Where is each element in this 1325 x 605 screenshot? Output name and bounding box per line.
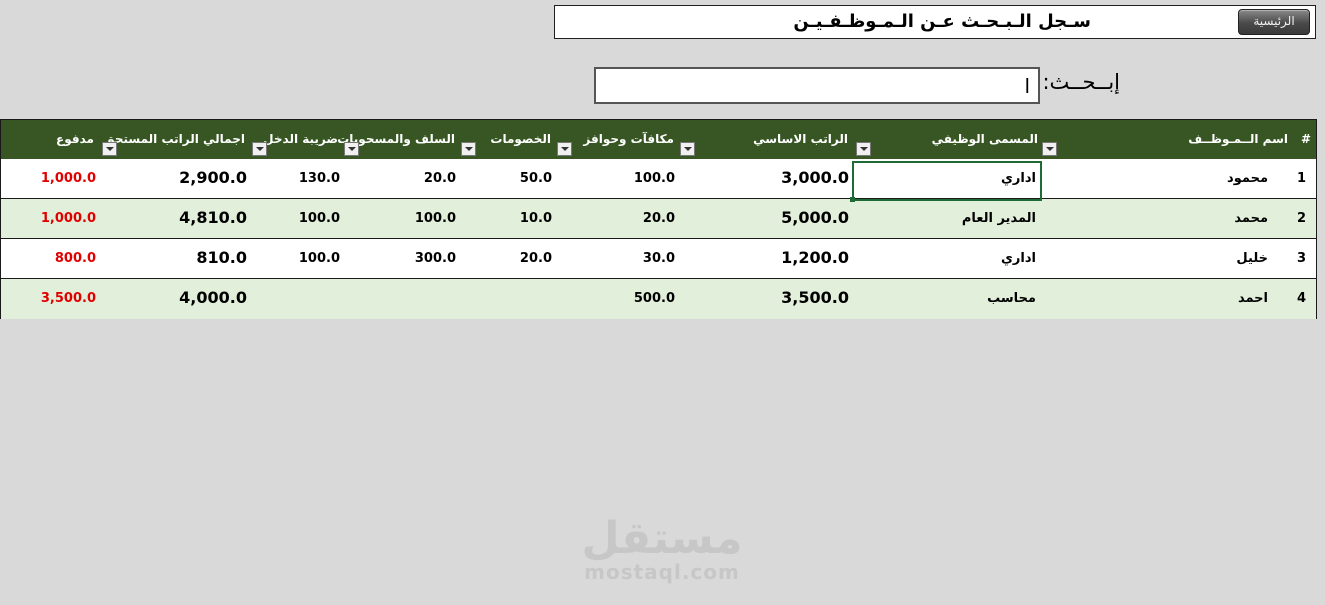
cell-num: 1 <box>1296 171 1306 186</box>
cell-tax[interactable]: 100.0 <box>299 251 340 266</box>
cell-advances[interactable]: 300.0 <box>415 251 456 266</box>
watermark-latin: mostaql.com <box>584 560 740 584</box>
table-header: # اسم الــمـوظــف المسمى الوظيفي الراتب … <box>1 120 1316 159</box>
cell-paid[interactable]: 3,500.0 <box>41 291 96 306</box>
home-button[interactable]: الرئيسية <box>1238 9 1310 35</box>
cell-paid[interactable]: 1,000.0 <box>41 211 96 226</box>
filter-total-button[interactable] <box>252 142 267 156</box>
cell-salary[interactable]: 5,000.0 <box>781 208 849 227</box>
filter-advances-button[interactable] <box>461 142 476 156</box>
cell-name[interactable]: احمد <box>1238 291 1268 306</box>
page-title: سـجل الـبـحـث عـن الـمـوظـفـيـن <box>793 11 1091 32</box>
cell-title[interactable]: اداري <box>1001 171 1036 186</box>
cell-paid[interactable]: 800.0 <box>55 251 96 266</box>
cell-num: 4 <box>1296 291 1306 306</box>
cell-paid[interactable]: 1,000.0 <box>41 171 96 186</box>
cell-total[interactable]: 4,000.0 <box>179 288 247 307</box>
filter-title-button[interactable] <box>1042 142 1057 156</box>
filter-bonus-button[interactable] <box>680 142 695 156</box>
header-num: # <box>1300 132 1311 146</box>
cell-total[interactable]: 810.0 <box>196 248 247 267</box>
fill-handle[interactable] <box>850 197 855 202</box>
cell-bonus[interactable]: 100.0 <box>634 171 675 186</box>
cell-title[interactable]: محاسب <box>987 291 1036 306</box>
cell-total[interactable]: 4,810.0 <box>179 208 247 227</box>
header-paid: مدفوع <box>56 132 94 146</box>
cell-bonus[interactable]: 500.0 <box>634 291 675 306</box>
cell-salary[interactable]: 1,200.0 <box>781 248 849 267</box>
cell-deductions[interactable]: 50.0 <box>520 171 552 186</box>
cell-bonus[interactable]: 20.0 <box>643 211 675 226</box>
cell-advances[interactable]: 100.0 <box>415 211 456 226</box>
cell-title[interactable]: المدير العام <box>962 211 1036 226</box>
cell-total[interactable]: 2,900.0 <box>179 168 247 187</box>
cell-deductions[interactable]: 20.0 <box>520 251 552 266</box>
header-bonus: مكافآت وحوافز <box>583 132 674 146</box>
header-salary: الراتب الاساسي <box>753 132 848 146</box>
search-label: إبــحــث: <box>1042 70 1120 94</box>
cell-name[interactable]: محمد <box>1234 211 1268 226</box>
cell-salary[interactable]: 3,500.0 <box>781 288 849 307</box>
header-name: اسم الــمـوظــف <box>1188 132 1288 146</box>
cell-name[interactable]: محمود <box>1227 171 1268 186</box>
filter-salary-button[interactable] <box>856 142 871 156</box>
header-tax: ضريبة الدخل <box>263 132 338 146</box>
table-row[interactable]: 1 محمود اداري 3,000.0 100.0 50.0 20.0 13… <box>1 159 1316 199</box>
cell-title[interactable]: اداري <box>1001 251 1036 266</box>
cell-tax[interactable]: 130.0 <box>299 171 340 186</box>
cell-bonus[interactable]: 30.0 <box>643 251 675 266</box>
search-input[interactable] <box>594 67 1040 104</box>
header-total: اجمالي الراتب المستحق <box>104 132 245 146</box>
cell-num: 3 <box>1296 251 1306 266</box>
filter-paid-button[interactable] <box>102 142 117 156</box>
table-row[interactable]: 2 محمد المدير العام 5,000.0 20.0 10.0 10… <box>1 199 1316 239</box>
filter-deductions-button[interactable] <box>557 142 572 156</box>
header-deductions: الخصومات <box>490 132 551 146</box>
header-title: المسمى الوظيفي <box>931 132 1038 146</box>
cell-deductions[interactable]: 10.0 <box>520 211 552 226</box>
employee-table: # اسم الــمـوظــف المسمى الوظيفي الراتب … <box>0 119 1317 319</box>
filter-tax-button[interactable] <box>344 142 359 156</box>
table-row[interactable]: 4 احمد محاسب 3,500.0 500.0 4,000.0 3,500… <box>1 279 1316 319</box>
cell-tax[interactable]: 100.0 <box>299 211 340 226</box>
table-row[interactable]: 3 خليل اداري 1,200.0 30.0 20.0 300.0 100… <box>1 239 1316 279</box>
watermark: مستقل mostaql.com <box>580 513 744 584</box>
cell-salary[interactable]: 3,000.0 <box>781 168 849 187</box>
cell-name[interactable]: خليل <box>1236 251 1268 266</box>
cell-advances[interactable]: 20.0 <box>424 171 456 186</box>
cell-num: 2 <box>1296 211 1306 226</box>
watermark-arabic: مستقل <box>581 513 743 564</box>
title-bar: سـجل الـبـحـث عـن الـمـوظـفـيـن الرئيسية <box>554 5 1316 39</box>
